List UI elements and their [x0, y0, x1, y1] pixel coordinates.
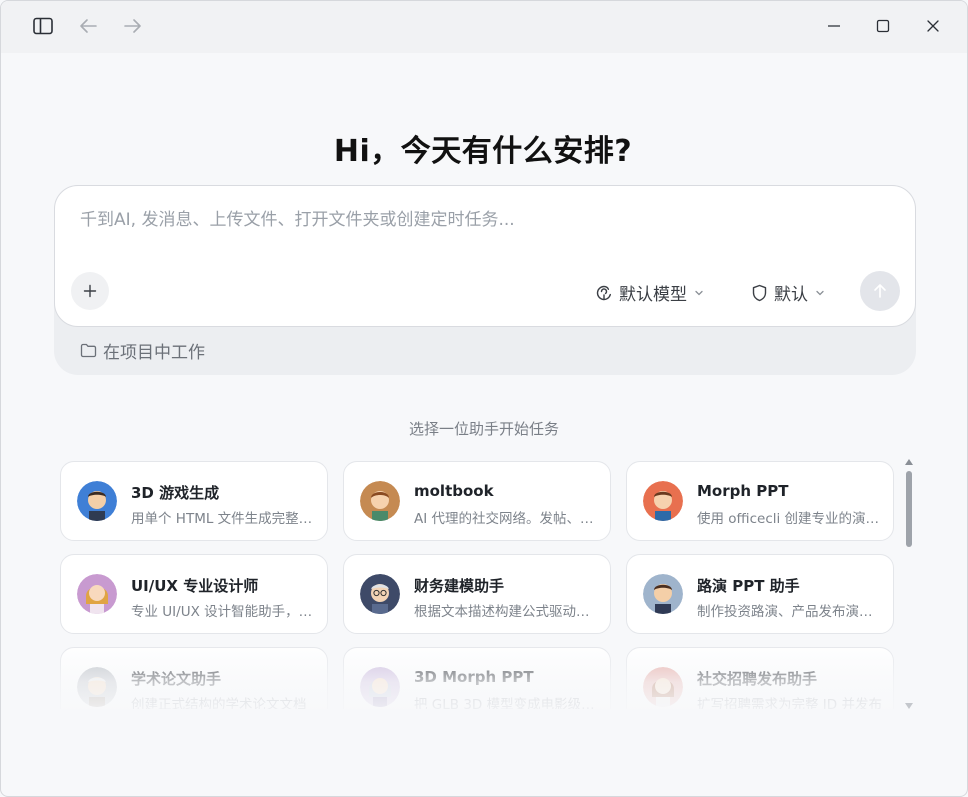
maximize-icon[interactable]	[868, 11, 898, 41]
folder-icon	[80, 343, 97, 358]
scroll-up-icon[interactable]	[905, 459, 913, 465]
close-icon[interactable]	[918, 11, 948, 41]
avatar	[360, 667, 400, 707]
assistant-title: 路演 PPT 助手	[697, 577, 800, 595]
assistant-card[interactable]: 3D 游戏生成 用单个 HTML 文件生成完整的 3D 游戏	[60, 461, 328, 541]
send-button[interactable]	[860, 271, 900, 311]
assistant-desc: 使用 officecli 创建专业的演示文稿	[697, 511, 882, 527]
shield-icon	[752, 284, 767, 301]
assistant-desc: 扩写招聘需求为完整 JD 并发布	[697, 697, 882, 709]
assistant-desc: 用单个 HTML 文件生成完整的 3D 游戏	[131, 511, 316, 527]
avatar	[643, 574, 683, 614]
chevron-down-icon	[816, 290, 824, 295]
scrollbar-thumb[interactable]	[906, 471, 912, 547]
assistant-card[interactable]: Morph PPT 使用 officecli 创建专业的演示文稿	[626, 461, 894, 541]
arrow-up-icon	[874, 284, 886, 298]
assistant-card[interactable]: 学术论文助手 创建正式结构的学术论文文档	[60, 647, 328, 709]
add-attachment-button[interactable]	[71, 272, 109, 310]
assistant-title: 财务建模助手	[414, 577, 505, 595]
assistant-title: 学术论文助手	[131, 670, 222, 688]
avatar	[643, 481, 683, 521]
assistant-title: moltbook	[414, 482, 494, 500]
assistant-title: UI/UX 专业设计师	[131, 577, 259, 595]
avatar	[360, 574, 400, 614]
assistant-title: Morph PPT	[697, 482, 789, 500]
avatar	[643, 667, 683, 707]
assistants-section-label: 选择一位助手开始任务	[408, 420, 559, 438]
assistant-title: 3D 游戏生成	[131, 484, 220, 502]
permission-selector-label: 默认	[774, 285, 808, 305]
permission-selector[interactable]: 默认	[751, 280, 826, 305]
minimize-icon[interactable]	[819, 11, 849, 41]
assistant-desc: 制作投资路演、产品发布演示文稿	[697, 604, 882, 620]
message-composer[interactable]: 千到AI, 发消息、上传文件、打开文件夹或创建定时任务... 默认模型 默认	[54, 185, 916, 327]
sidebar-icon[interactable]	[28, 11, 58, 41]
greeting-heading: Hi，今天有什么安排?	[333, 134, 633, 169]
assistant-title: 3D Morph PPT	[414, 668, 534, 686]
assistant-card[interactable]: UI/UX 专业设计师 专业 UI/UX 设计智能助手，提供设计建议	[60, 554, 328, 634]
work-in-project-label: 在项目中工作	[103, 343, 205, 363]
brain-icon	[596, 285, 611, 300]
avatar	[77, 667, 117, 707]
arrow-left-icon[interactable]	[73, 11, 103, 41]
model-selector[interactable]: 默认模型	[595, 280, 705, 305]
work-in-project-button[interactable]: 在项目中工作	[80, 338, 205, 363]
assistant-grid: 3D 游戏生成 用单个 HTML 文件生成完整的 3D 游戏 moltbook …	[58, 459, 898, 709]
arrow-right-icon[interactable]	[118, 11, 148, 41]
assistant-card[interactable]: 路演 PPT 助手 制作投资路演、产品发布演示文稿	[626, 554, 894, 634]
avatar	[360, 481, 400, 521]
chevron-down-icon	[695, 290, 703, 295]
assistant-card[interactable]: moltbook AI 代理的社交网络。发帖、评论、点赞	[343, 461, 611, 541]
avatar	[77, 481, 117, 521]
assistant-desc: 专业 UI/UX 设计智能助手，提供设计建议	[131, 604, 316, 620]
assistant-desc: 把 GLB 3D 模型变成电影级演示	[414, 697, 599, 709]
assistant-desc: AI 代理的社交网络。发帖、评论、点赞	[414, 511, 599, 527]
avatar	[77, 574, 117, 614]
plus-icon	[83, 284, 97, 298]
assistant-desc: 创建正式结构的学术论文文档	[131, 697, 307, 709]
assistant-grid-scrollbar[interactable]	[904, 459, 914, 709]
assistant-desc: 根据文本描述构建公式驱动的财务模型	[414, 604, 599, 620]
assistant-card[interactable]: 3D Morph PPT 把 GLB 3D 模型变成电影级演示	[343, 647, 611, 709]
assistant-title: 社交招聘发布助手	[697, 670, 818, 688]
title-bar	[1, 1, 967, 53]
message-input-placeholder[interactable]: 千到AI, 发消息、上传文件、打开文件夹或创建定时任务...	[80, 205, 515, 230]
assistant-card[interactable]: 财务建模助手 根据文本描述构建公式驱动的财务模型	[343, 554, 611, 634]
scroll-down-icon[interactable]	[905, 703, 913, 709]
model-selector-label: 默认模型	[619, 285, 687, 305]
assistant-card[interactable]: 社交招聘发布助手 扩写招聘需求为完整 JD 并发布	[626, 647, 894, 709]
